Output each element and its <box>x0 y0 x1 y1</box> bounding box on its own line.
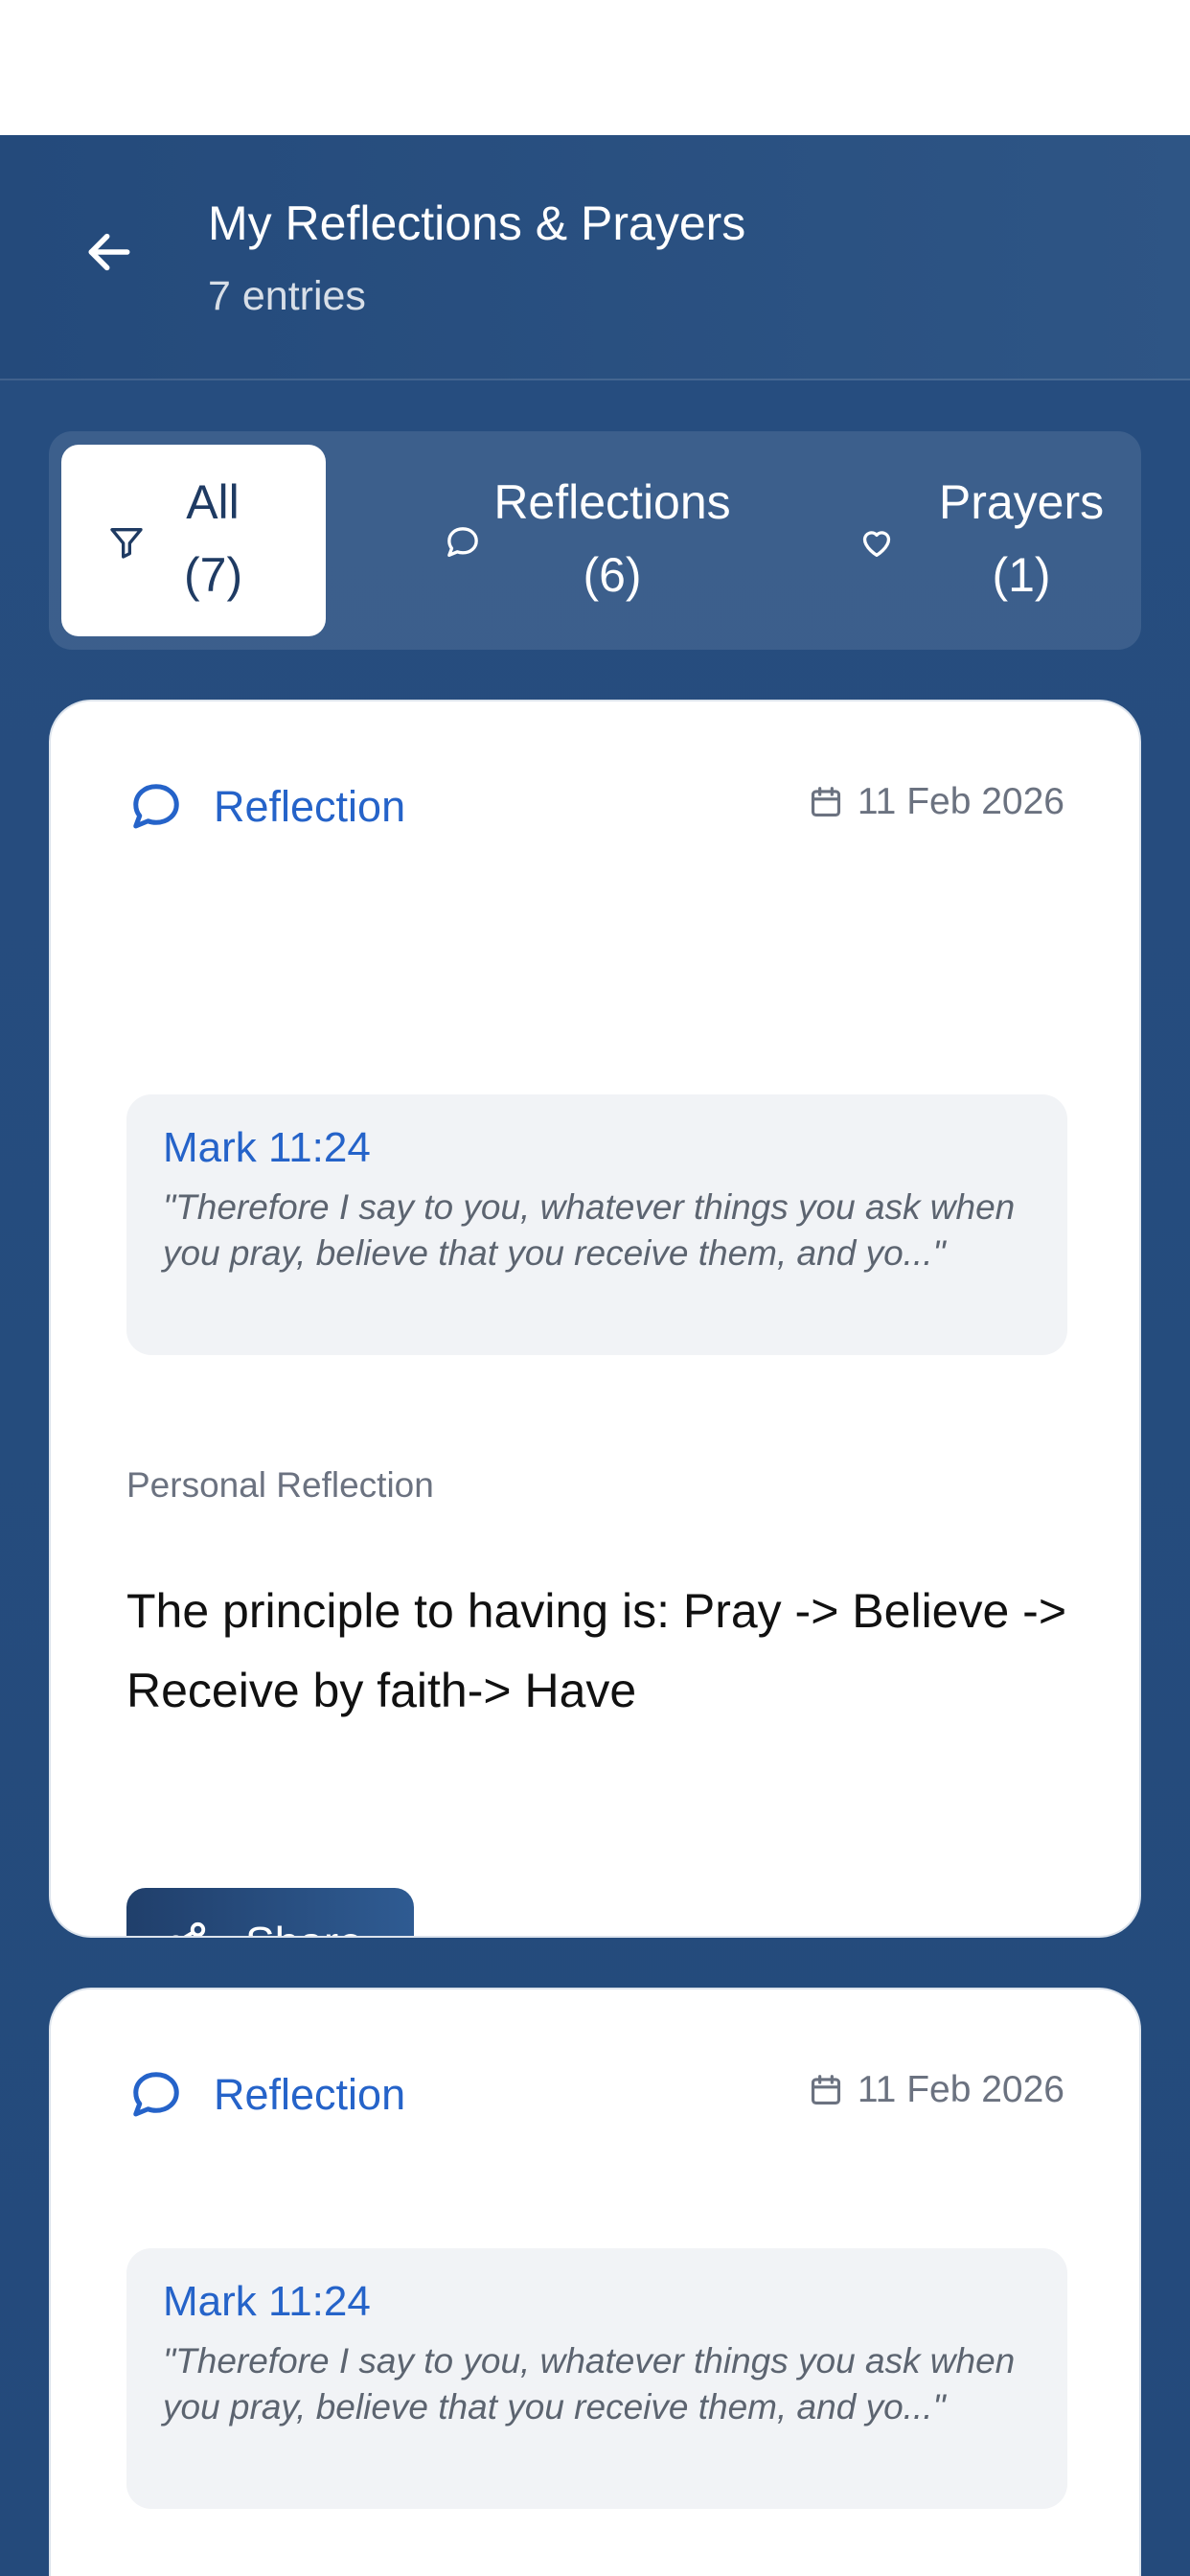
calendar-icon <box>811 787 840 817</box>
chat-bubble-icon <box>444 523 482 562</box>
heart-icon <box>858 523 896 562</box>
entry-date: 11 Feb 2026 <box>808 778 1064 826</box>
back-button[interactable] <box>73 216 146 288</box>
entry-type-label: Reflection <box>214 782 406 831</box>
entry-date-label: 11 Feb 2026 <box>857 2069 1064 2110</box>
entry-type: Reflection <box>127 778 405 836</box>
filter-icon <box>107 523 146 562</box>
calendar-icon <box>811 2075 840 2105</box>
verse-text: "Therefore I say to you, whatever things… <box>163 1187 1016 1273</box>
reflections-screen: My Reflections & Prayers 7 entries All (… <box>0 135 1190 2576</box>
status-bar-area <box>0 0 1190 135</box>
verse-reference: Mark 11:24 <box>163 2278 371 2325</box>
chat-bubble-icon <box>133 2072 179 2117</box>
share-label: Share <box>245 1916 363 1937</box>
verse-reference: Mark 11:24 <box>163 1124 371 1171</box>
entry-type: Reflection <box>127 2066 405 2124</box>
app-header: My Reflections & Prayers 7 entries <box>0 135 1190 380</box>
reflection-body: The principle to having is: Pray -> Beli… <box>126 1584 1067 1717</box>
tab-all-label: All (7) <box>184 475 243 602</box>
entry-count: 7 entries <box>208 273 366 319</box>
entry-card[interactable]: Reflection 11 Feb 2026 Mark 11:24 "There… <box>49 700 1141 1938</box>
tab-prayers-label: Prayers (1) <box>938 475 1105 602</box>
page-title: My Reflections & Prayers <box>208 196 746 250</box>
tab-reflections-label: Reflections (6) <box>493 475 731 602</box>
chat-bubble-icon <box>133 784 179 829</box>
entry-date: 11 Feb 2026 <box>808 2066 1064 2114</box>
entry-card[interactable]: Reflection 11 Feb 2026 Mark 11:24 "There… <box>49 1988 1141 2576</box>
entry-date-label: 11 Feb 2026 <box>857 781 1064 822</box>
tab-prayers[interactable]: Prayers (1) <box>815 445 1132 636</box>
section-label: Personal Reflection <box>126 1465 434 1505</box>
entry-type-label: Reflection <box>214 2070 406 2119</box>
verse-text: "Therefore I say to you, whatever things… <box>163 2341 1016 2426</box>
tab-all[interactable]: All (7) <box>61 445 326 636</box>
arrow-left-icon <box>88 233 130 271</box>
verse-quote[interactable]: Mark 11:24 "Therefore I say to you, what… <box>126 2248 1067 2509</box>
filter-tabs: All (7) Reflections (6) Prayers (1) <box>49 431 1141 650</box>
share-button[interactable]: Share <box>126 1888 414 1937</box>
verse-quote[interactable]: Mark 11:24 "Therefore I say to you, what… <box>126 1094 1067 1355</box>
share-icon <box>165 1920 209 1936</box>
tab-reflections[interactable]: Reflections (6) <box>375 445 796 636</box>
